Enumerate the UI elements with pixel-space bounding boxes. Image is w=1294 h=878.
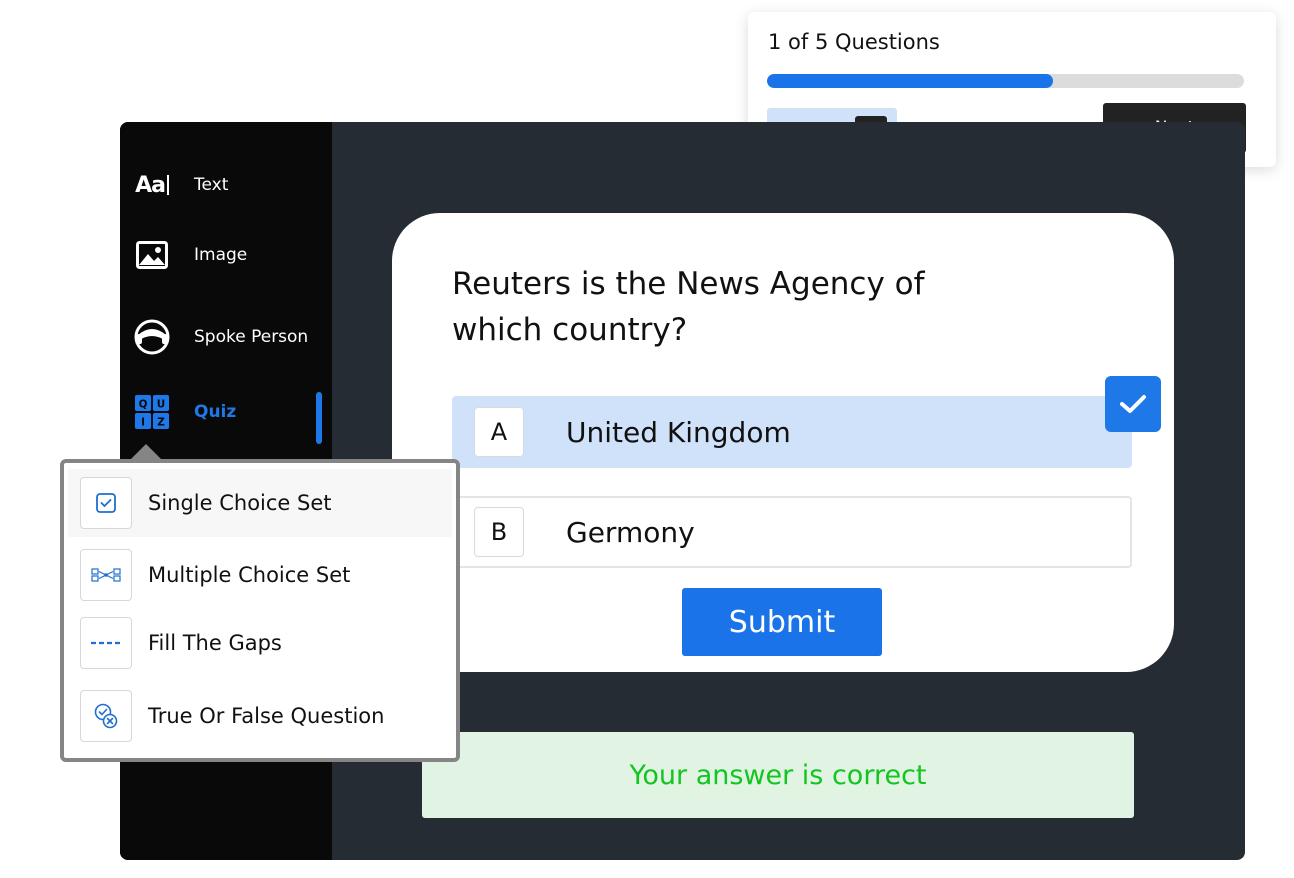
menu-item-label: Single Choice Set — [148, 491, 332, 515]
true-false-icon — [80, 690, 132, 742]
question-counter: 1 of 5 Questions — [768, 30, 940, 54]
quiz-icon: Q U I Z — [134, 394, 170, 430]
svg-text:I: I — [141, 416, 145, 428]
answer-option-a[interactable]: A United Kingdom — [452, 396, 1132, 468]
sidebar-item-label: Text — [194, 175, 229, 195]
option-text: Germony — [566, 515, 695, 549]
answer-option-b[interactable]: B Germony — [452, 496, 1132, 568]
dashes-icon — [80, 617, 132, 669]
menu-item-label: True Or False Question — [148, 704, 385, 728]
progress-bar — [767, 74, 1244, 88]
sidebar-item-text[interactable]: Aa Text — [134, 163, 324, 207]
sidebar-item-spoke-person[interactable]: Spoke Person — [134, 315, 324, 359]
sidebar-item-quiz[interactable]: Q U I Z Quiz — [134, 390, 324, 434]
dropdown-pointer — [131, 444, 161, 459]
sidebar-item-label: Spoke Person — [194, 327, 309, 347]
option-letter: B — [474, 507, 524, 557]
quiz-type-menu: Single Choice Set Multiple Choice Set Fi… — [60, 459, 460, 762]
feedback-banner: Your answer is correct — [422, 732, 1134, 818]
menu-item-fill-gaps[interactable]: Fill The Gaps — [68, 609, 452, 677]
svg-text:Z: Z — [157, 416, 165, 428]
svg-text:U: U — [157, 398, 165, 410]
multiple-choice-icon — [80, 549, 132, 601]
checkbox-icon — [80, 477, 132, 529]
person-icon — [134, 319, 170, 355]
submit-button[interactable]: Submit — [682, 588, 882, 656]
option-text: United Kingdom — [566, 415, 791, 449]
svg-text:Q: Q — [139, 398, 148, 410]
active-indicator — [316, 392, 322, 444]
quiz-card: Reuters is the News Agency of which coun… — [392, 213, 1174, 672]
option-letter: A — [474, 407, 524, 457]
checkmark-icon[interactable] — [1105, 376, 1161, 432]
menu-item-true-false[interactable]: True Or False Question — [68, 682, 452, 750]
text-aa-icon: Aa — [134, 167, 170, 203]
menu-item-label: Multiple Choice Set — [148, 563, 351, 587]
progress-bar-fill — [767, 74, 1054, 88]
sidebar-item-label: Image — [194, 245, 248, 265]
menu-item-label: Fill The Gaps — [148, 631, 282, 655]
menu-item-multiple-choice[interactable]: Multiple Choice Set — [68, 541, 452, 609]
question-text: Reuters is the News Agency of which coun… — [452, 266, 925, 348]
menu-item-single-choice[interactable]: Single Choice Set — [68, 469, 452, 537]
sidebar-item-label: Quiz — [194, 402, 237, 422]
image-icon — [134, 237, 170, 273]
feedback-text: Your answer is correct — [629, 759, 927, 791]
sidebar-item-image[interactable]: Image — [134, 233, 324, 277]
